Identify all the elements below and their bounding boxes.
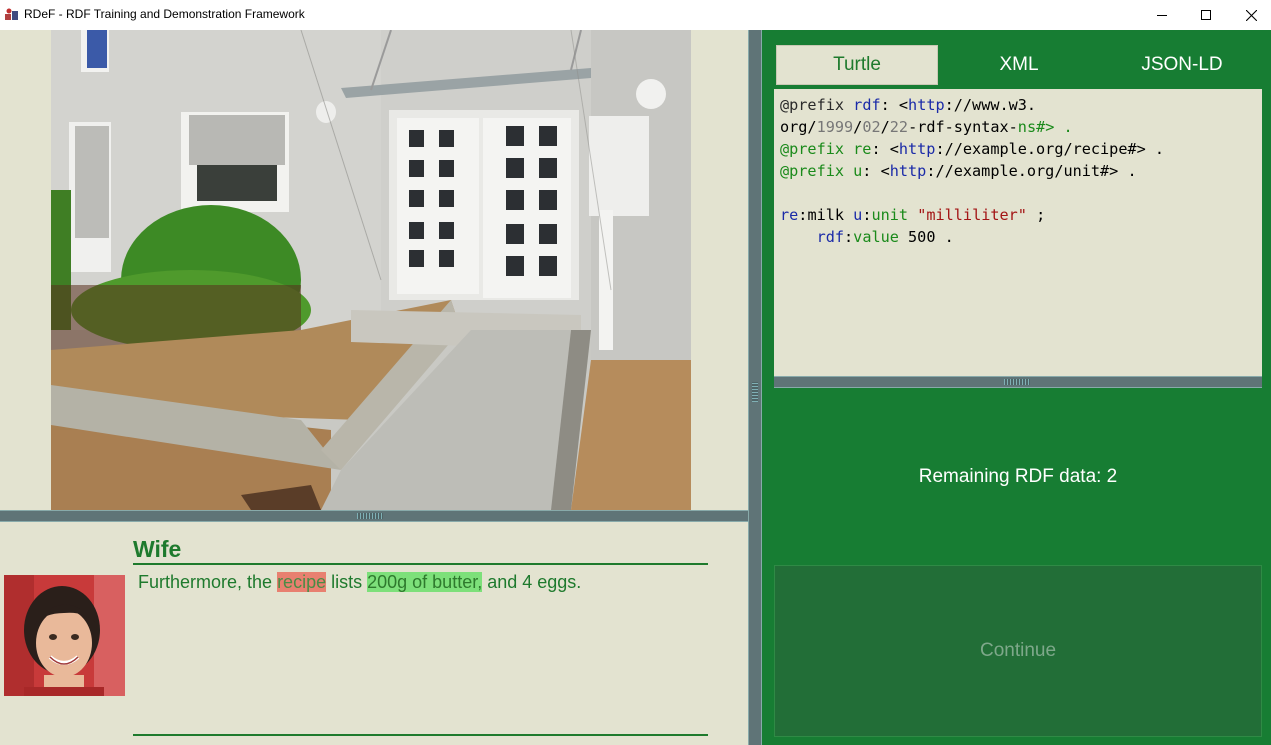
tab-turtle[interactable]: Turtle <box>776 45 938 85</box>
code-line: @prefix u: <http://example.org/unit#> . <box>780 162 1137 180</box>
wife-avatar-photo <box>4 575 125 696</box>
horizontal-splitter-right[interactable] <box>774 376 1262 388</box>
scene-pane <box>0 30 748 510</box>
code-line: org/1999/02/22-rdf-syntax-ns#> . <box>780 118 1073 136</box>
dialog-text-after: and 4 eggs. <box>482 572 582 592</box>
remaining-rdf-status: Remaining RDF data: 2 <box>918 466 1118 487</box>
dialog-text-middle: lists <box>326 572 368 592</box>
horizontal-splitter-left[interactable] <box>0 510 748 522</box>
dialog-bottom-line <box>133 734 708 736</box>
dialog-pane: Wife Furthermore, the recipe lists 200g … <box>0 522 748 745</box>
highlight-butter[interactable]: 200g of butter, <box>367 572 483 592</box>
code-line: @prefix rdf: <http://www.w3. <box>780 96 1037 114</box>
house-entrance-photo <box>51 30 691 510</box>
close-button[interactable] <box>1228 0 1271 30</box>
close-icon <box>1245 9 1257 21</box>
dialog-text: Furthermore, the recipe lists 200g of bu… <box>138 572 581 593</box>
title-bar: RDeF - RDF Training and Demonstration Fr… <box>0 0 1271 30</box>
code-line: @prefix re: <http://example.org/recipe#>… <box>780 140 1165 158</box>
speaker-underline <box>133 563 708 565</box>
maximize-icon <box>1201 10 1211 20</box>
highlight-recipe[interactable]: recipe <box>277 572 327 592</box>
code-line: rdf:value 500 . <box>816 228 954 246</box>
continue-button[interactable]: Continue <box>774 565 1262 737</box>
grip-icon <box>752 382 758 402</box>
tab-json-ld[interactable]: JSON-LD <box>1101 45 1263 85</box>
minimize-button[interactable] <box>1139 0 1185 30</box>
rdf-code: @prefix rdf: <http://www.w3. org/1999/02/… <box>780 94 1164 248</box>
grip-icon <box>1004 379 1030 385</box>
rdf-pane: Turtle XML JSON-LD @prefix rdf: <http://… <box>762 30 1271 745</box>
code-line: re:milk u:unit "milliliter" ; <box>780 206 1046 224</box>
rdef-app-icon <box>4 7 20 23</box>
minimize-icon <box>1157 10 1167 20</box>
vertical-splitter[interactable] <box>748 30 762 745</box>
maximize-button[interactable] <box>1183 0 1229 30</box>
tab-xml[interactable]: XML <box>938 45 1100 85</box>
grip-icon <box>357 513 383 519</box>
speaker-name: Wife <box>133 536 182 562</box>
rdf-code-view[interactable]: @prefix rdf: <http://www.w3. org/1999/02/… <box>774 89 1262 376</box>
dialog-text-before: Furthermore, the <box>138 572 278 592</box>
window-title: RDeF - RDF Training and Demonstration Fr… <box>24 7 305 21</box>
